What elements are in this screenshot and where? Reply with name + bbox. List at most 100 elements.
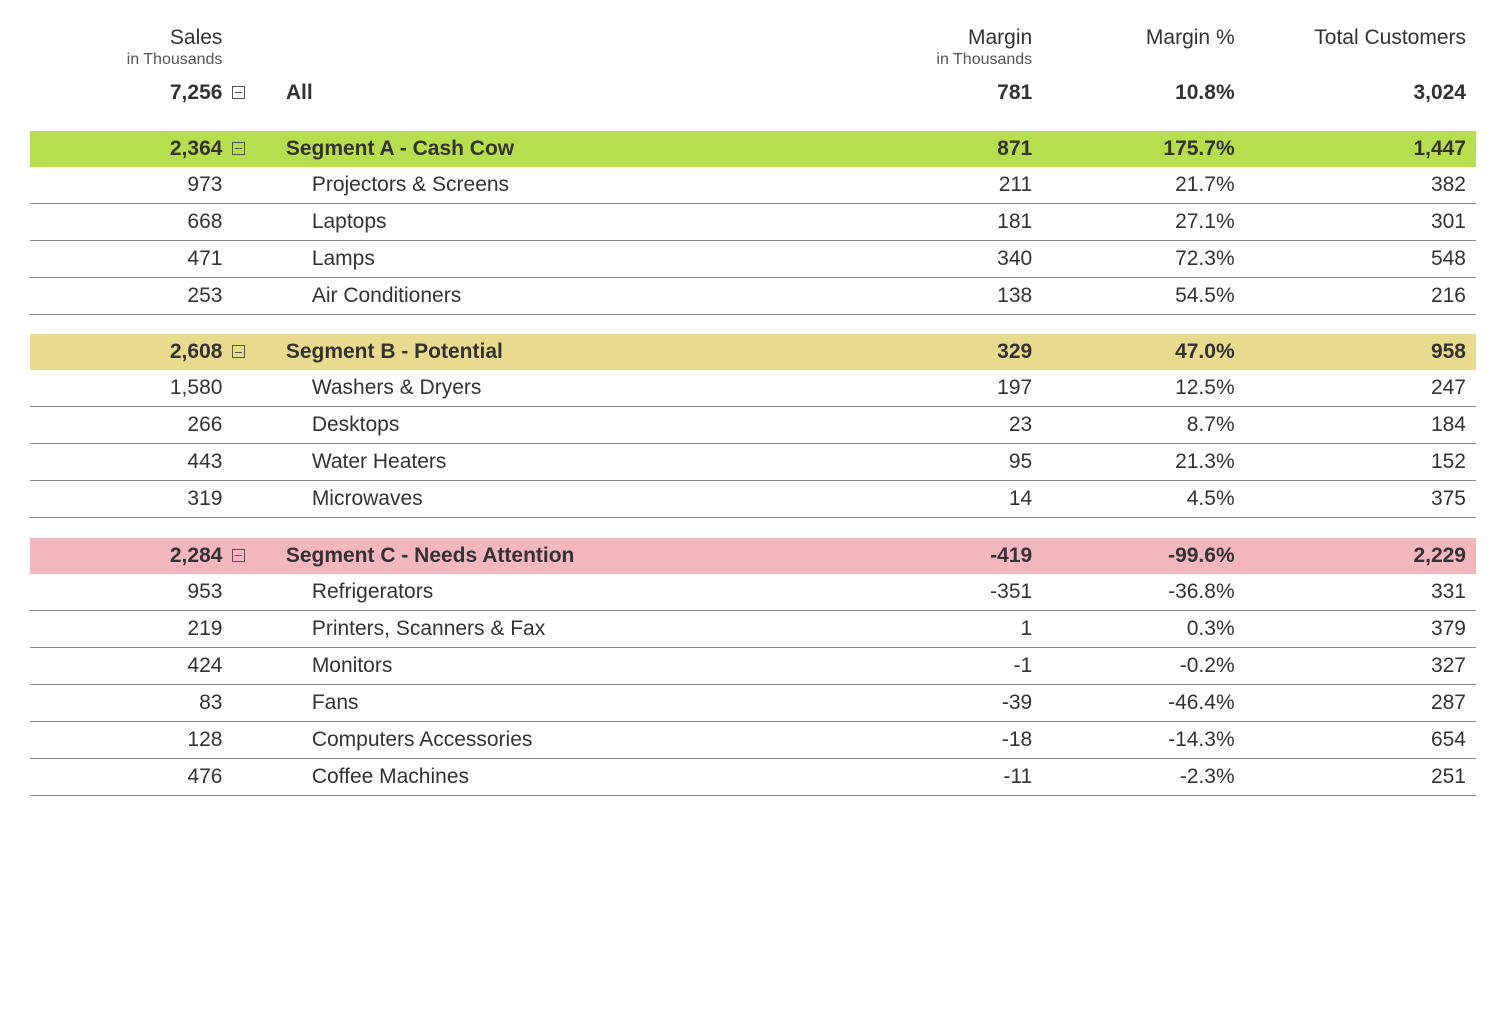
cell-label: Water Heaters: [276, 444, 840, 481]
cell-margin-pct: 72.3%: [1042, 240, 1244, 277]
row-item: 219 Printers, Scanners & Fax10.3%379: [30, 610, 1476, 647]
cell-label: Microwaves: [276, 481, 840, 518]
cell-margin: 329: [840, 334, 1042, 370]
cell-customers: 3,024: [1245, 75, 1476, 111]
collapse-icon[interactable]: [232, 142, 245, 155]
collapse-icon[interactable]: [232, 86, 245, 99]
cell-sales: 424: [30, 647, 232, 684]
header-sales-label: Sales: [40, 26, 222, 49]
cell-margin-pct: -0.2%: [1042, 647, 1244, 684]
cell-label: Lamps: [276, 240, 840, 277]
cell-label: Refrigerators: [276, 574, 840, 611]
cell-margin: 1: [840, 610, 1042, 647]
cell-sales: 668: [30, 203, 232, 240]
cell-sales: 2,284: [30, 538, 232, 574]
cell-margin: 781: [840, 75, 1042, 111]
header-sales-sublabel: in Thousands: [40, 51, 222, 69]
cell-sales: 128: [30, 721, 232, 758]
cell-customers: 327: [1245, 647, 1476, 684]
cell-customers: 247: [1245, 370, 1476, 407]
cell-label[interactable]: All: [276, 75, 840, 111]
cell-customers: 1,447: [1245, 131, 1476, 167]
cell-margin-pct: 21.3%: [1042, 444, 1244, 481]
header-margin-pct-label: Margin %: [1052, 26, 1234, 49]
cell-customers: 301: [1245, 203, 1476, 240]
cell-margin-pct: 12.5%: [1042, 370, 1244, 407]
header-margin-label: Margin: [850, 26, 1032, 49]
row-item: 319Microwaves144.5%375: [30, 481, 1476, 518]
cell-sales: 219: [30, 610, 232, 647]
cell-label[interactable]: Segment A - Cash Cow: [276, 131, 840, 167]
collapse-icon[interactable]: [232, 345, 245, 358]
header-row: Sales in Thousands Margin in Thousands M…: [30, 20, 1476, 75]
cell-margin: 197: [840, 370, 1042, 407]
cell-sales: 1,580: [30, 370, 232, 407]
cell-margin: 138: [840, 277, 1042, 314]
cell-sales: 443: [30, 444, 232, 481]
row-segment: 2,608Segment B - Potential32947.0%958: [30, 334, 1476, 370]
cell-customers: 379: [1245, 610, 1476, 647]
row-item: 973Projectors & Screens21121.7%382: [30, 167, 1476, 204]
cell-label: Computers Accessories: [276, 721, 840, 758]
cell-sales: 83: [30, 684, 232, 721]
cell-margin: 95: [840, 444, 1042, 481]
cell-sales: 471: [30, 240, 232, 277]
header-margin: Margin in Thousands: [840, 20, 1042, 75]
cell-margin-pct: 8.7%: [1042, 407, 1244, 444]
cell-customers: 654: [1245, 721, 1476, 758]
cell-sales: 953: [30, 574, 232, 611]
row-item: 668Laptops18127.1%301: [30, 203, 1476, 240]
cell-sales: 319: [30, 481, 232, 518]
cell-label: Washers & Dryers: [276, 370, 840, 407]
cell-margin-pct: 21.7%: [1042, 167, 1244, 204]
row-item: 443 Water Heaters9521.3%152: [30, 444, 1476, 481]
row-item: 266Desktops238.7%184: [30, 407, 1476, 444]
cell-customers: 287: [1245, 684, 1476, 721]
cell-margin-pct: 175.7%: [1042, 131, 1244, 167]
cell-margin: -351: [840, 574, 1042, 611]
cell-label: Coffee Machines: [276, 758, 840, 795]
row-item: 953Refrigerators-351-36.8%331: [30, 574, 1476, 611]
header-customers-label: Total Customers: [1255, 26, 1466, 49]
cell-margin-pct: 27.1%: [1042, 203, 1244, 240]
cell-margin-pct: 10.8%: [1042, 75, 1244, 111]
cell-margin: -419: [840, 538, 1042, 574]
cell-margin: -18: [840, 721, 1042, 758]
header-customers: Total Customers: [1245, 20, 1476, 75]
cell-margin-pct: 0.3%: [1042, 610, 1244, 647]
cell-label: Air Conditioners: [276, 277, 840, 314]
collapse-icon[interactable]: [232, 549, 245, 562]
cell-margin-pct: -99.6%: [1042, 538, 1244, 574]
cell-label: Fans: [276, 684, 840, 721]
cell-margin-pct: 47.0%: [1042, 334, 1244, 370]
cell-sales: 476: [30, 758, 232, 795]
cell-label: Monitors: [276, 647, 840, 684]
pivot-table: Sales in Thousands Margin in Thousands M…: [30, 20, 1476, 796]
cell-margin-pct: -46.4%: [1042, 684, 1244, 721]
cell-customers: 216: [1245, 277, 1476, 314]
cell-label: Projectors & Screens: [276, 167, 840, 204]
row-segment: 2,364 Segment A - Cash Cow871175.7%1,447: [30, 131, 1476, 167]
row-item: 83 Fans-39-46.4%287: [30, 684, 1476, 721]
cell-margin: 871: [840, 131, 1042, 167]
cell-customers: 152: [1245, 444, 1476, 481]
cell-label: Laptops: [276, 203, 840, 240]
row-item: 476Coffee Machines-11-2.3%251: [30, 758, 1476, 795]
cell-label: Printers, Scanners & Fax: [276, 610, 840, 647]
cell-customers: 2,229: [1245, 538, 1476, 574]
cell-label[interactable]: Segment C - Needs Attention: [276, 538, 840, 574]
row-all: 7,256 All78110.8%3,024: [30, 75, 1476, 111]
cell-margin: 211: [840, 167, 1042, 204]
cell-margin-pct: -2.3%: [1042, 758, 1244, 795]
cell-margin-pct: -14.3%: [1042, 721, 1244, 758]
cell-label[interactable]: Segment B - Potential: [276, 334, 840, 370]
cell-customers: 382: [1245, 167, 1476, 204]
cell-margin: -1: [840, 647, 1042, 684]
cell-customers: 958: [1245, 334, 1476, 370]
cell-sales: 2,364: [30, 131, 232, 167]
cell-margin: -11: [840, 758, 1042, 795]
cell-sales: 7,256: [30, 75, 232, 111]
cell-margin: -39: [840, 684, 1042, 721]
cell-margin-pct: 54.5%: [1042, 277, 1244, 314]
row-item: 424 Monitors-1-0.2%327: [30, 647, 1476, 684]
